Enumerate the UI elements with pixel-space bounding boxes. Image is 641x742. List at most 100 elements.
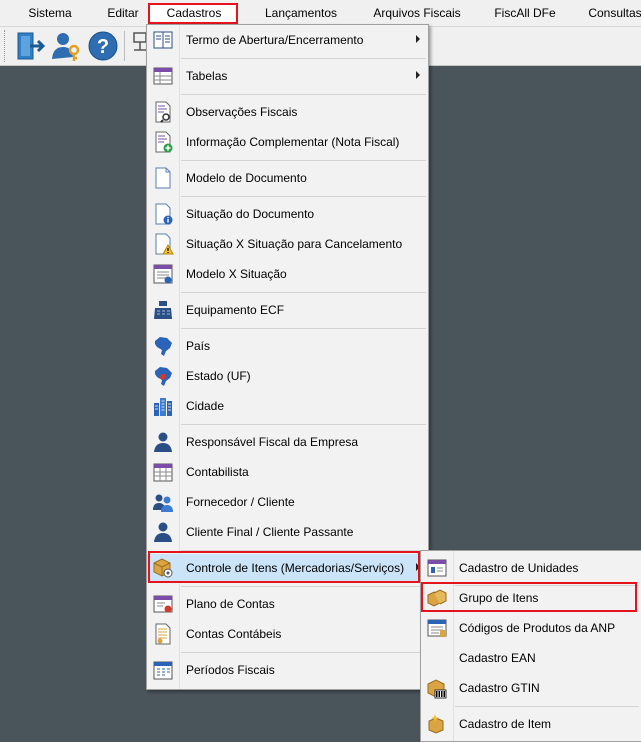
menu-item-label: Contabilista	[186, 465, 249, 479]
menu-item-label: Estado (UF)	[186, 369, 251, 383]
submenu-arrow-icon	[416, 35, 420, 43]
svg-text:?: ?	[97, 36, 109, 58]
menu-item-label: Situação do Documento	[186, 207, 315, 221]
submenu-item-cadastro-ean[interactable]: Cadastro EAN	[421, 644, 641, 672]
blank-document-icon	[152, 167, 174, 189]
submenu-item-cadastro-gtin[interactable]: Cadastro GTIN	[421, 674, 641, 702]
menu-item-label: País	[186, 339, 211, 353]
menu-separator	[455, 706, 639, 707]
box-settings-icon	[152, 557, 174, 579]
menu-item-label: Códigos de Produtos da ANP	[459, 621, 616, 635]
menu-separator	[181, 550, 426, 551]
exit-door-icon	[17, 32, 46, 60]
toolbar-separator	[124, 31, 125, 61]
menu-item-informacao-complementar[interactable]: Informação Complementar (Nota Fiscal)	[147, 128, 428, 156]
document-search-icon	[152, 101, 174, 123]
menu-item-label: Termo de Abertura/Encerramento	[186, 33, 364, 47]
document-info-icon	[152, 203, 174, 225]
user-icon	[152, 521, 174, 543]
cadastros-menu: Termo de Abertura/Encerramento Tabelas O…	[146, 24, 429, 690]
menu-separator	[181, 196, 426, 197]
menu-item-responsavel-fiscal[interactable]: Responsável Fiscal da Empresa	[147, 428, 428, 456]
menu-consultas[interactable]: Consultas	[582, 0, 641, 26]
menu-item-label: Grupo de Itens	[459, 591, 539, 605]
menu-item-label: Informação Complementar (Nota Fiscal)	[186, 135, 400, 149]
new-item-box-icon	[426, 713, 448, 735]
menu-item-label: Períodos Fiscais	[186, 663, 275, 677]
barcode-box-icon	[426, 677, 448, 699]
document-list-icon	[152, 263, 174, 285]
submenu-item-cadastro-item[interactable]: Cadastro de Item	[421, 710, 641, 738]
menu-item-label: Plano de Contas	[186, 597, 275, 611]
menu-item-plano-contas[interactable]: Plano de Contas	[147, 590, 428, 618]
brazil-map-icon	[152, 335, 174, 357]
menu-item-label: Responsável Fiscal da Empresa	[186, 435, 359, 449]
menu-separator	[181, 292, 426, 293]
menu-item-estado[interactable]: Estado (UF)	[147, 362, 428, 390]
calendar-icon	[152, 659, 174, 681]
brazil-state-map-icon	[152, 365, 174, 387]
menu-item-fornecedor-cliente[interactable]: Fornecedor / Cliente	[147, 488, 428, 516]
menu-item-situacao-cancelamento[interactable]: Situação X Situação para Cancelamento	[147, 230, 428, 258]
menu-item-label: Modelo X Situação	[186, 267, 287, 281]
accounts-plan-icon	[152, 593, 174, 615]
table-icon	[152, 65, 174, 87]
menu-item-cliente-final[interactable]: Cliente Final / Cliente Passante	[147, 518, 428, 546]
menu-item-pais[interactable]: País	[147, 332, 428, 360]
menu-item-equipamento-ecf[interactable]: Equipamento ECF	[147, 296, 428, 324]
menu-editar[interactable]: Editar	[101, 0, 144, 26]
menu-item-label: Contas Contábeis	[186, 627, 282, 641]
units-window-icon	[426, 557, 448, 579]
document-add-icon	[152, 131, 174, 153]
menu-item-label: Cadastro GTIN	[459, 681, 540, 695]
menu-separator	[181, 586, 426, 587]
menu-item-contabilista[interactable]: Contabilista	[147, 458, 428, 486]
menu-item-cidade[interactable]: Cidade	[147, 392, 428, 420]
menu-item-label: Cadastro de Item	[459, 717, 552, 731]
menu-separator	[181, 58, 426, 59]
anp-codes-icon	[426, 617, 448, 639]
menu-item-label: Cliente Final / Cliente Passante	[186, 525, 354, 539]
menu-separator	[181, 160, 426, 161]
submenu-item-cadastro-unidades[interactable]: Cadastro de Unidades	[421, 554, 641, 582]
menu-item-periodos-fiscais[interactable]: Períodos Fiscais	[147, 656, 428, 684]
menu-item-modelo-documento[interactable]: Modelo de Documento	[147, 164, 428, 192]
menu-sistema[interactable]: Sistema	[22, 0, 77, 26]
exit-button[interactable]	[14, 30, 46, 62]
controle-itens-submenu: Cadastro de Unidades Grupo de Itens Códi…	[420, 550, 641, 742]
menu-item-tabelas[interactable]: Tabelas	[147, 62, 428, 90]
document-warning-icon	[152, 233, 174, 255]
menu-item-label: Tabelas	[186, 69, 228, 83]
menu-item-controle-itens[interactable]: Controle de Itens (Mercadorias/Serviços)	[147, 554, 428, 582]
ledger-icon	[152, 623, 174, 645]
menu-item-label: Equipamento ECF	[186, 303, 285, 317]
calendar-grid-icon	[152, 461, 174, 483]
submenu-arrow-icon	[416, 71, 420, 79]
menu-item-situacao-documento[interactable]: Situação do Documento	[147, 200, 428, 228]
submenu-item-grupo-itens[interactable]: Grupo de Itens	[421, 584, 641, 612]
menu-item-label: Cadastro de Unidades	[459, 561, 579, 575]
book-icon	[152, 29, 174, 51]
toolbar-grip[interactable]	[4, 30, 8, 62]
menu-cadastros[interactable]: Cadastros	[161, 0, 228, 26]
menu-item-modelo-situacao[interactable]: Modelo X Situação	[147, 260, 428, 288]
cash-register-icon	[152, 299, 174, 321]
user-key-button[interactable]	[50, 30, 82, 62]
menu-lancamentos[interactable]: Lançamentos	[259, 0, 343, 26]
menu-item-label: Controle de Itens (Mercadorias/Serviços)	[186, 561, 405, 575]
menu-separator	[181, 94, 426, 95]
menu-item-termo-abertura[interactable]: Termo de Abertura/Encerramento	[147, 26, 428, 54]
menu-item-label: Cadastro EAN	[459, 651, 536, 665]
menu-separator	[181, 652, 426, 653]
user-icon	[152, 431, 174, 453]
menu-item-observacoes-fiscais[interactable]: Observações Fiscais	[147, 98, 428, 126]
help-button[interactable]: ?	[87, 30, 119, 62]
menu-item-contas-contabeis[interactable]: Contas Contábeis	[147, 620, 428, 648]
box-group-icon	[426, 587, 448, 609]
menu-arquivos-fiscais[interactable]: Arquivos Fiscais	[367, 0, 466, 26]
menu-separator	[181, 328, 426, 329]
menu-bar: Sistema Editar Cadastros Lançamentos Arq…	[0, 0, 641, 27]
city-buildings-icon	[152, 395, 174, 417]
submenu-item-codigos-anp[interactable]: Códigos de Produtos da ANP	[421, 614, 641, 642]
menu-fiscall-dfe[interactable]: FiscAll DFe	[488, 0, 561, 26]
